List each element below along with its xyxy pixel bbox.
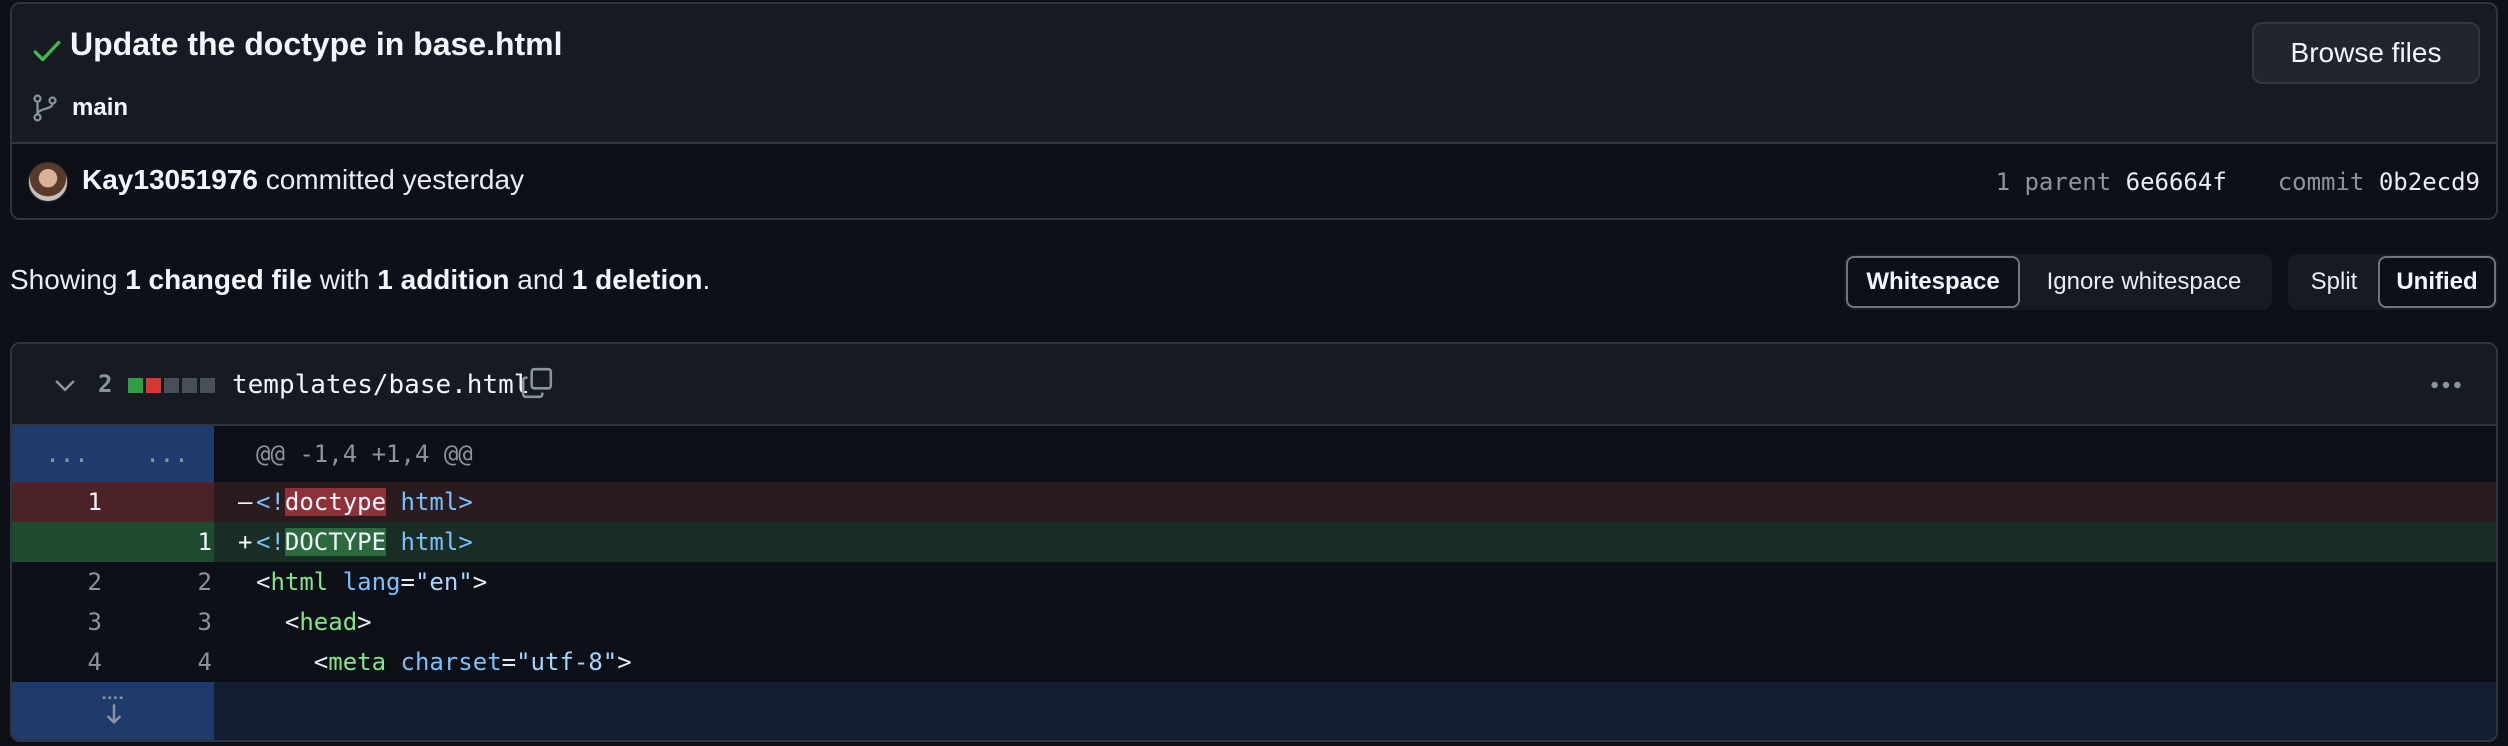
summary-changed: 1 changed file	[125, 264, 312, 295]
kebab-horizontal-icon[interactable]	[2426, 372, 2466, 398]
summary-additions: 1 addition	[377, 264, 510, 295]
summary-and: and	[517, 264, 564, 295]
file-diff: 2 templates/base.html ... ... @@ -1,4 +1…	[10, 342, 2498, 742]
expand-row	[12, 682, 2496, 740]
code-token: html	[400, 488, 459, 516]
avatar[interactable]	[28, 162, 68, 202]
deleted-code: <!doctype html>	[256, 488, 473, 516]
author-name[interactable]: Kay13051976	[82, 164, 258, 195]
context-line: 2 2 <html lang="en">	[12, 562, 2496, 602]
commit-action: committed yesterday	[265, 164, 525, 195]
git-branch-icon	[33, 94, 57, 122]
summary-suffix: .	[702, 264, 711, 295]
context-line: 4 4 <meta charset="utf-8">	[12, 642, 2496, 682]
diffstat-block	[182, 378, 197, 393]
diffstat-block	[128, 378, 143, 393]
parent-sha-link[interactable]: 6e6664f	[2126, 168, 2227, 196]
diffstat-block	[164, 378, 179, 393]
parent-info: 1 parent 6e6664f commit 0b2ecd9	[1996, 168, 2480, 196]
split-button[interactable]: Split	[2290, 256, 2378, 308]
context-code: <meta charset="utf-8">	[313, 648, 632, 676]
deleted-line: 1 – <!doctype html>	[12, 482, 2496, 522]
line-number-old[interactable]: 1	[32, 488, 102, 516]
line-number-old[interactable]: 4	[32, 648, 102, 676]
diff-sign: –	[238, 488, 253, 516]
diffstat-block	[146, 378, 161, 393]
summary-prefix: Showing	[10, 264, 118, 295]
whitespace-toggle: Whitespace Ignore whitespace	[1844, 254, 2272, 310]
changed-token: doctype	[284, 488, 387, 516]
unfold-down-icon[interactable]	[98, 692, 130, 730]
summary-deletions: 1 deletion	[571, 264, 703, 295]
author-line: Kay13051976 committed yesterday	[82, 164, 524, 196]
code-token: <!	[256, 528, 285, 556]
diffstat-block	[200, 378, 215, 393]
commit-label: commit	[2277, 168, 2365, 196]
hunk-row: ... ... @@ -1,4 +1,4 @@	[12, 426, 2496, 482]
commit-title: Update the doctype in base.html	[70, 26, 563, 62]
context-code: <html lang="en">	[256, 568, 488, 596]
code-token: html	[400, 528, 459, 556]
context-line: 3 3 <head>	[12, 602, 2496, 642]
ignore-whitespace-button[interactable]: Ignore whitespace	[2020, 256, 2268, 308]
added-code: <!DOCTYPE html>	[256, 528, 473, 556]
layout-toggle: Split Unified	[2288, 254, 2498, 310]
changed-token: DOCTYPE	[284, 528, 387, 556]
line-number-old[interactable]: 3	[32, 608, 102, 636]
file-path-link[interactable]: templates/base.html	[232, 370, 529, 400]
line-number-new[interactable]: 4	[142, 648, 212, 676]
commit-meta: Kay13051976 committed yesterday 1 parent…	[12, 142, 2496, 218]
diff-body: ... ... @@ -1,4 +1,4 @@ 1 – <!doctype ht…	[12, 426, 2496, 740]
parent-label: 1 parent	[1995, 168, 2112, 196]
code-token: >	[458, 528, 473, 556]
unified-button[interactable]: Unified	[2378, 256, 2496, 308]
chevron-down-icon[interactable]	[52, 372, 78, 398]
commit-header: Update the doctype in base.html main Bro…	[10, 2, 2498, 220]
branch-name[interactable]: main	[72, 94, 128, 122]
line-number-new[interactable]: 3	[142, 608, 212, 636]
file-header: 2 templates/base.html	[12, 344, 2496, 426]
diff-summary: Showing 1 changed file with 1 addition a…	[10, 264, 710, 296]
line-number-new[interactable]: 1	[142, 528, 212, 556]
code-token: >	[458, 488, 473, 516]
code-token: <!	[256, 488, 285, 516]
hunk-expand-old[interactable]: ...	[32, 440, 102, 468]
added-line: 1 + <!DOCTYPE html>	[12, 522, 2496, 562]
commit-sha: 0b2ecd9	[2378, 168, 2480, 196]
check-icon	[33, 40, 61, 62]
browse-files-button[interactable]: Browse files	[2252, 22, 2480, 84]
whitespace-button[interactable]: Whitespace	[1846, 256, 2020, 308]
summary-with: with	[319, 264, 370, 295]
diffstat	[128, 378, 215, 393]
hunk-header: @@ -1,4 +1,4 @@	[256, 440, 473, 468]
commit-summary: Update the doctype in base.html main Bro…	[12, 4, 2496, 142]
line-number-new[interactable]: 2	[142, 568, 212, 596]
line-number-old[interactable]: 2	[32, 568, 102, 596]
diff-sign: +	[238, 528, 253, 556]
copy-icon[interactable]	[520, 366, 554, 400]
file-change-count: 2	[98, 370, 113, 398]
context-code: <head>	[284, 608, 372, 636]
hunk-expand-new[interactable]: ...	[132, 440, 202, 468]
